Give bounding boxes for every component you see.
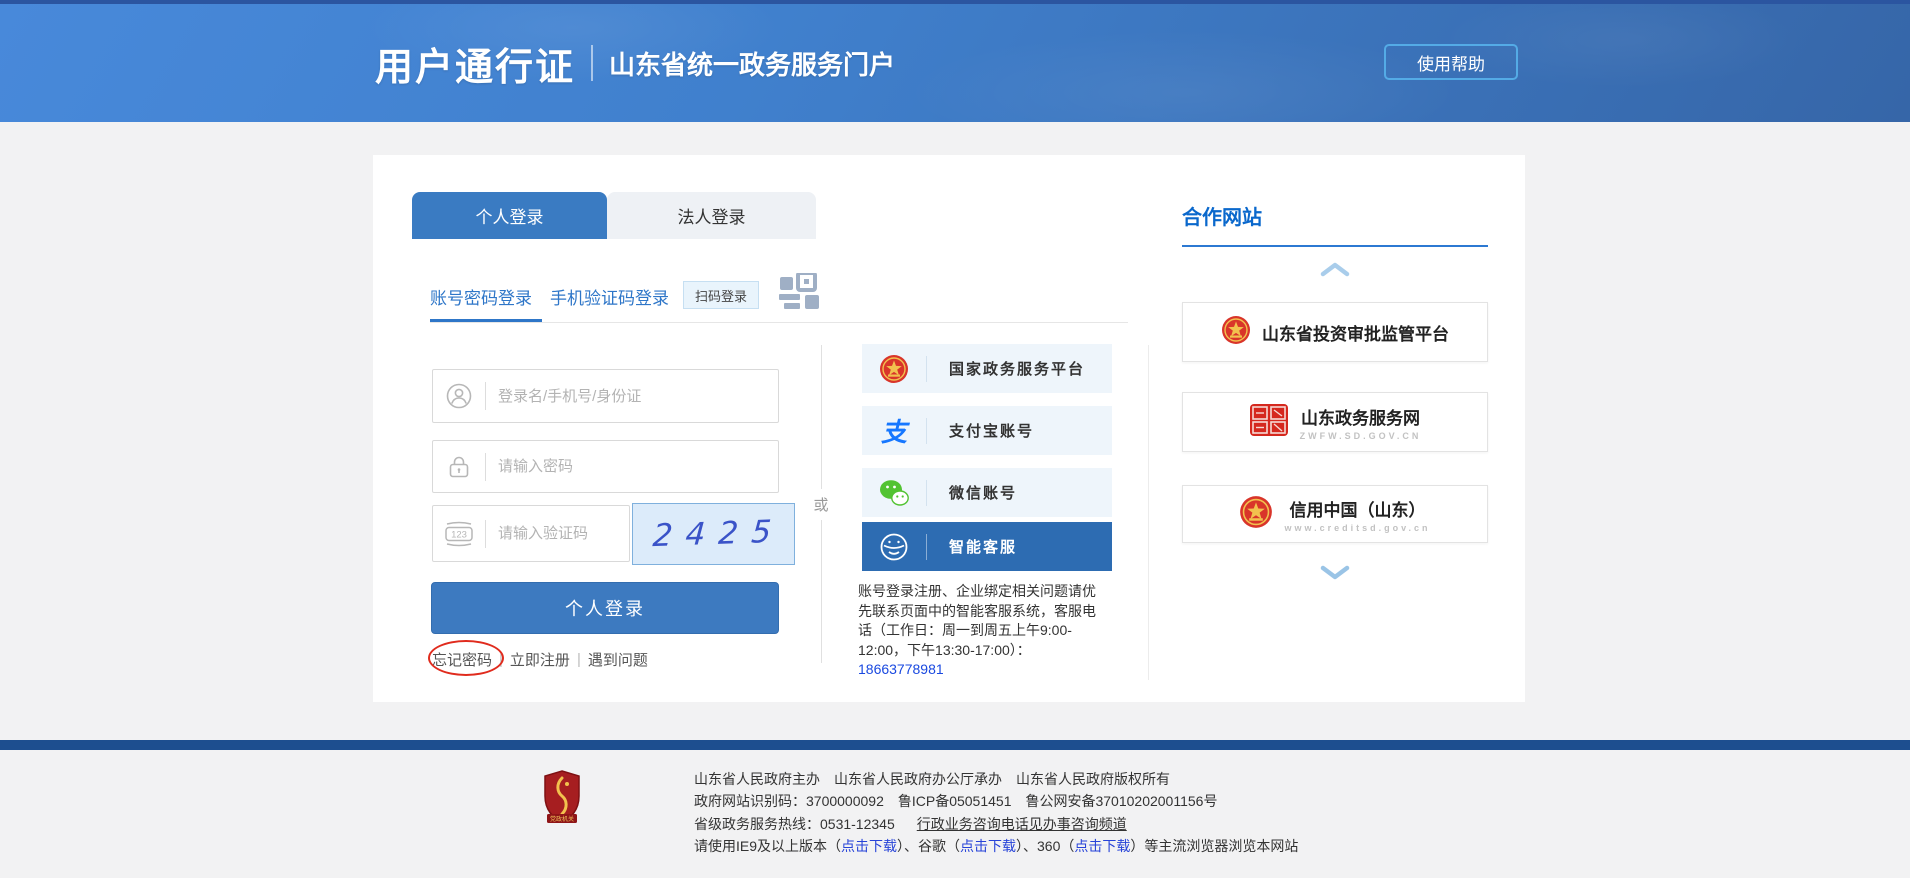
footer: 党政机关 山东省人民政府主办 山东省人民政府办公厅承办 山东省人民政府版权所有 … bbox=[0, 750, 1910, 878]
or-divider-line bbox=[821, 345, 822, 489]
national-emblem-icon bbox=[1221, 315, 1251, 350]
third-party-label: 智能客服 bbox=[927, 536, 1017, 557]
third-party-national-platform[interactable]: 国家政务服务平台 bbox=[862, 344, 1112, 393]
partner-name: 山东省投资审批监管平台 bbox=[1262, 320, 1449, 345]
service-note-text: 账号登录注册、企业绑定相关问题请优先联系页面中的智能客服系统，客服电话（工作日：… bbox=[858, 583, 1096, 658]
consult-channel-link[interactable]: 行政业务咨询电话见办事咨询频道 bbox=[917, 816, 1127, 832]
method-separator-line bbox=[430, 322, 1128, 323]
page: 用户通行证 山东省统一政务服务门户 使用帮助 个人登录 法人登录 账号密码登录 … bbox=[0, 0, 1910, 891]
username-input[interactable] bbox=[486, 388, 778, 405]
browser-note-text: 请使用IE9及以上版本（ bbox=[694, 838, 841, 854]
browser-note-text: ）、谷歌（ bbox=[897, 838, 960, 854]
or-divider: 或 bbox=[813, 345, 829, 663]
smart-service-icon bbox=[862, 532, 926, 562]
wechat-icon bbox=[862, 479, 926, 506]
chevron-down-wrap bbox=[1182, 565, 1488, 580]
password-input[interactable] bbox=[486, 458, 778, 475]
download-ie-link[interactable]: 点击下载 bbox=[841, 838, 897, 854]
partner-url: www.creditsd.gov.cn bbox=[1284, 523, 1430, 533]
username-field bbox=[432, 369, 779, 423]
third-party-alipay[interactable]: 支 支付宝账号 bbox=[862, 406, 1112, 455]
partner-url: ZWFW.SD.GOV.CN bbox=[1300, 431, 1422, 441]
download-chrome-link[interactable]: 点击下载 bbox=[960, 838, 1016, 854]
captcha-input[interactable] bbox=[486, 525, 629, 542]
chevron-down-icon[interactable] bbox=[1320, 565, 1350, 580]
captcha-image[interactable]: 2425 bbox=[632, 503, 795, 565]
partners-title-rule bbox=[1182, 245, 1488, 247]
partner-name: 信用中国（山东） bbox=[1289, 496, 1425, 521]
shandong-seal-icon bbox=[1249, 403, 1289, 442]
or-divider-line bbox=[821, 520, 822, 664]
personal-login-button[interactable]: 个人登录 bbox=[431, 582, 779, 634]
third-party-smart-service[interactable]: 智能客服 bbox=[862, 522, 1112, 571]
partners-title: 合作网站 bbox=[1182, 201, 1488, 230]
third-party-wechat[interactable]: 微信账号 bbox=[862, 468, 1112, 517]
hotline-text: 省级政务服务热线：0531-12345 bbox=[694, 816, 895, 832]
password-field bbox=[432, 440, 779, 493]
footer-line-3: 省级政务服务热线：0531-12345 行政业务咨询电话见办事咨询频道 bbox=[694, 813, 1298, 835]
tab-legal-login[interactable]: 法人登录 bbox=[607, 192, 816, 239]
chevron-up-icon[interactable] bbox=[1320, 262, 1350, 277]
brand: 用户通行证 山东省统一政务服务门户 bbox=[375, 4, 895, 122]
method-sms-code[interactable]: 手机验证码登录 bbox=[550, 284, 669, 309]
footer-accent-band bbox=[0, 740, 1910, 750]
partners-section: 合作网站 山东省投资审批监管平台 bbox=[1182, 201, 1488, 277]
help-button[interactable]: 使用帮助 bbox=[1384, 44, 1518, 80]
qr-code-icon[interactable] bbox=[779, 273, 824, 317]
captcha-123-icon: 123 bbox=[433, 521, 485, 547]
page-title: 用户通行证 bbox=[375, 36, 575, 91]
browser-note-text: ）等主流浏览器浏览本网站 bbox=[1130, 838, 1298, 854]
browser-note-text: ）、360（ bbox=[1016, 838, 1074, 854]
download-360-link[interactable]: 点击下载 bbox=[1074, 838, 1130, 854]
user-icon bbox=[433, 383, 485, 409]
captcha-field: 123 bbox=[432, 505, 630, 562]
qr-login-tag[interactable]: 扫码登录 bbox=[683, 281, 759, 309]
partner-investment-platform[interactable]: 山东省投资审批监管平台 bbox=[1182, 302, 1488, 362]
captcha-code: 2425 bbox=[642, 514, 786, 555]
svg-text:123: 123 bbox=[451, 529, 467, 540]
partners-divider-line bbox=[1148, 345, 1149, 680]
or-text: 或 bbox=[813, 489, 828, 520]
gov-badge-label: 党政机关 bbox=[543, 814, 581, 823]
page-subtitle: 山东省统一政务服务门户 bbox=[609, 45, 895, 82]
footer-line-4: 请使用IE9及以上版本（点击下载）、谷歌（点击下载）、360（点击下载）等主流浏… bbox=[694, 835, 1298, 857]
gov-badge-icon bbox=[543, 770, 581, 833]
alipay-icon: 支 bbox=[862, 412, 926, 449]
method-account-password[interactable]: 账号密码登录 bbox=[430, 284, 532, 309]
helper-links: 忘记密码 | 立即注册 | 遇到问题 bbox=[432, 649, 648, 670]
register-link[interactable]: 立即注册 bbox=[510, 649, 570, 670]
footer-text: 山东省人民政府主办 山东省人民政府办公厅承办 山东省人民政府版权所有 政府网站识… bbox=[694, 768, 1298, 858]
title-divider bbox=[591, 45, 593, 81]
problem-link[interactable]: 遇到问题 bbox=[588, 649, 648, 670]
third-party-label: 国家政务服务平台 bbox=[927, 358, 1085, 379]
footer-line-2: 政府网站识别码：3700000092 鲁ICP备05051451 鲁公网安备37… bbox=[694, 790, 1298, 812]
partner-shandong-zwfw[interactable]: 山东政务服务网 ZWFW.SD.GOV.CN bbox=[1182, 392, 1488, 452]
service-note: 账号登录注册、企业绑定相关问题请优先联系页面中的智能客服系统，客服电话（工作日：… bbox=[858, 582, 1100, 680]
partner-name: 山东政务服务网 bbox=[1301, 404, 1420, 429]
tab-personal-login[interactable]: 个人登录 bbox=[412, 192, 607, 239]
link-divider: | bbox=[577, 651, 581, 668]
lock-icon bbox=[433, 454, 485, 480]
login-card: 个人登录 法人登录 账号密码登录 手机验证码登录 扫码登录 bbox=[373, 155, 1525, 702]
service-phone-link[interactable]: 18663778981 bbox=[858, 661, 944, 677]
partner-credit-china[interactable]: 信用中国（山东） www.creditsd.gov.cn bbox=[1182, 485, 1488, 543]
footer-line-1: 山东省人民政府主办 山东省人民政府办公厅承办 山东省人民政府版权所有 bbox=[694, 768, 1298, 790]
credit-china-emblem-icon bbox=[1239, 495, 1273, 534]
third-party-label: 支付宝账号 bbox=[927, 420, 1034, 441]
forgot-password-link[interactable]: 忘记密码 bbox=[432, 649, 492, 670]
national-emblem-icon bbox=[862, 354, 926, 384]
header-banner: 用户通行证 山东省统一政务服务门户 使用帮助 bbox=[0, 4, 1910, 122]
link-divider: | bbox=[499, 651, 503, 668]
third-party-label: 微信账号 bbox=[927, 482, 1017, 503]
